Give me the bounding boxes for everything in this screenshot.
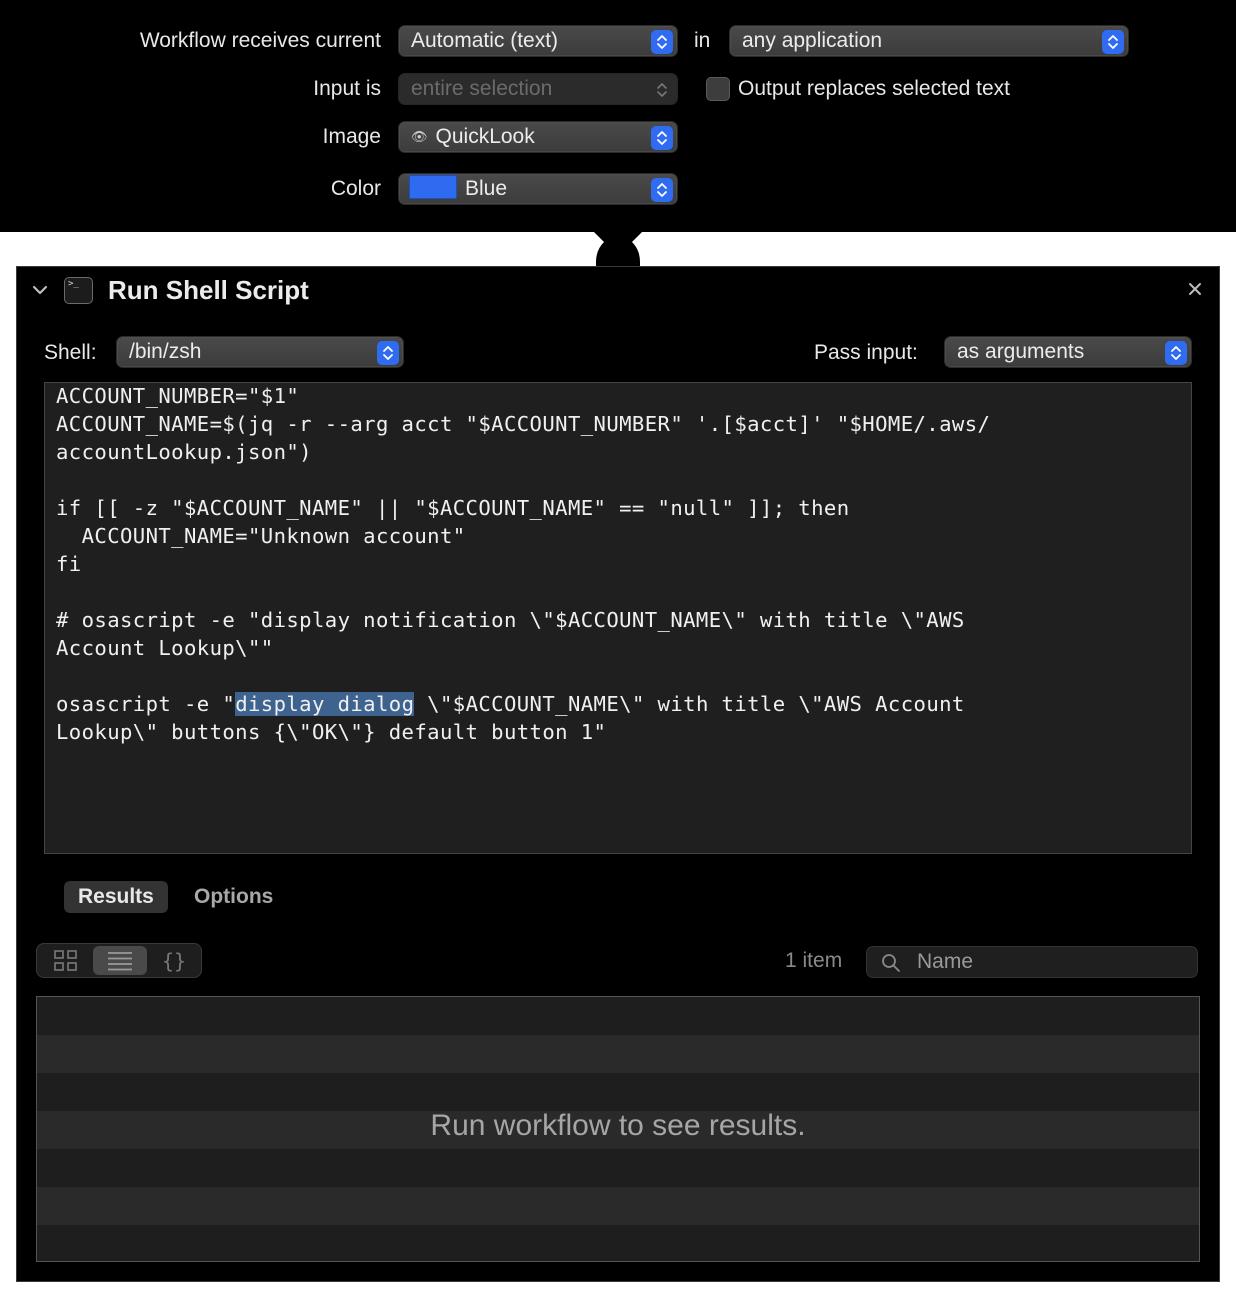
script-line: ACCOUNT_NAME="Unknown account" — [56, 524, 466, 548]
results-row — [37, 1225, 1199, 1261]
results-row — [37, 997, 1199, 1035]
in-label: in — [694, 29, 711, 52]
script-line: fi — [56, 552, 82, 576]
input-type-value: Automatic (text) — [411, 29, 559, 52]
icon-view-button[interactable] — [39, 946, 93, 975]
image-value: QuickLook — [435, 125, 535, 148]
list-icon — [108, 951, 132, 970]
application-popup[interactable]: any application — [729, 25, 1129, 57]
input-is-popup: entire selection — [398, 73, 678, 105]
results-row — [37, 1149, 1199, 1187]
popup-stepper-icon — [377, 341, 399, 365]
script-line-selected: osascript -e "display dialog \"$ACCOUNT_… — [56, 692, 965, 716]
shell-label: Shell: — [44, 341, 97, 364]
script-line: accountLookup.json") — [56, 440, 312, 464]
input-type-popup[interactable]: Automatic (text) — [398, 25, 678, 57]
action-connector-icon — [594, 232, 642, 268]
shell-popup[interactable]: /bin/zsh — [116, 336, 404, 368]
popup-stepper-icon — [651, 126, 673, 150]
results-row — [37, 1187, 1199, 1225]
color-swatch — [409, 175, 457, 200]
chevron-down-icon[interactable] — [31, 283, 49, 297]
pass-input-label: Pass input: — [814, 341, 918, 364]
results-empty-message: Run workflow to see results. — [430, 1109, 806, 1142]
input-is-label: Input is — [313, 77, 381, 100]
results-list: Run workflow to see results. — [36, 996, 1200, 1262]
results-row — [37, 1035, 1199, 1073]
eye-icon: 👁 — [411, 129, 428, 144]
script-line-end: \"$ACCOUNT_NAME\" with title \"AWS Accou… — [414, 692, 965, 716]
shell-value: /bin/zsh — [129, 340, 202, 363]
image-label: Image — [322, 125, 381, 148]
workflow-settings-header: Workflow receives current Automatic (tex… — [0, 0, 1236, 232]
script-editor[interactable]: ACCOUNT_NUMBER="$1" ACCOUNT_NAME=$(jq -r… — [44, 382, 1192, 854]
source-view-button[interactable]: {} — [147, 946, 201, 975]
action-title: Run Shell Script — [108, 275, 309, 305]
script-line: # osascript -e "display notification \"$… — [56, 608, 965, 632]
color-value: Blue — [465, 177, 508, 200]
pass-input-popup[interactable]: as arguments — [944, 336, 1192, 368]
view-mode-segmented-control: {} — [36, 943, 202, 978]
run-shell-script-action: >_ Run Shell Script Shell: /bin/zsh Pass… — [16, 266, 1220, 1282]
script-line: if [[ -z "$ACCOUNT_NAME" || "$ACCOUNT_NA… — [56, 496, 850, 520]
color-label: Color — [330, 177, 381, 200]
popup-stepper-icon — [651, 178, 673, 202]
popup-stepper-icon — [651, 78, 673, 102]
application-value: any application — [742, 29, 883, 52]
output-replaces-label: Output replaces selected text — [738, 77, 1010, 100]
search-icon — [882, 954, 900, 972]
terminal-icon: >_ — [64, 277, 93, 304]
text-selection: display dialog — [235, 692, 415, 716]
tab-options[interactable]: Options — [180, 881, 287, 913]
results-search-field[interactable] — [866, 946, 1198, 978]
grid-icon — [54, 949, 77, 971]
popup-stepper-icon — [1165, 341, 1187, 365]
input-is-value: entire selection — [411, 77, 553, 100]
script-line: Lookup\" buttons {\"OK\"} default button… — [56, 720, 607, 744]
results-row — [37, 1073, 1199, 1111]
image-popup[interactable]: 👁 QuickLook — [398, 121, 678, 153]
close-icon[interactable] — [1187, 281, 1203, 297]
script-line: ACCOUNT_NAME=$(jq -r --arg acct "$ACCOUN… — [56, 412, 991, 436]
output-replaces-checkbox[interactable] — [706, 77, 730, 101]
list-view-button[interactable] — [93, 946, 147, 975]
search-input[interactable] — [917, 949, 1187, 975]
tab-results[interactable]: Results — [64, 881, 168, 913]
pass-input-value: as arguments — [957, 340, 1085, 363]
script-line: ACCOUNT_NUMBER="$1" — [56, 384, 300, 408]
braces-icon: {} — [161, 948, 187, 973]
popup-stepper-icon — [1102, 30, 1124, 54]
item-count: 1 item — [785, 949, 843, 972]
receives-label: Workflow receives current — [139, 29, 381, 52]
script-line: Account Lookup\"" — [56, 636, 274, 660]
popup-stepper-icon — [651, 30, 673, 54]
script-line-start: osascript -e " — [56, 692, 236, 716]
color-popup[interactable]: Blue — [398, 173, 678, 205]
